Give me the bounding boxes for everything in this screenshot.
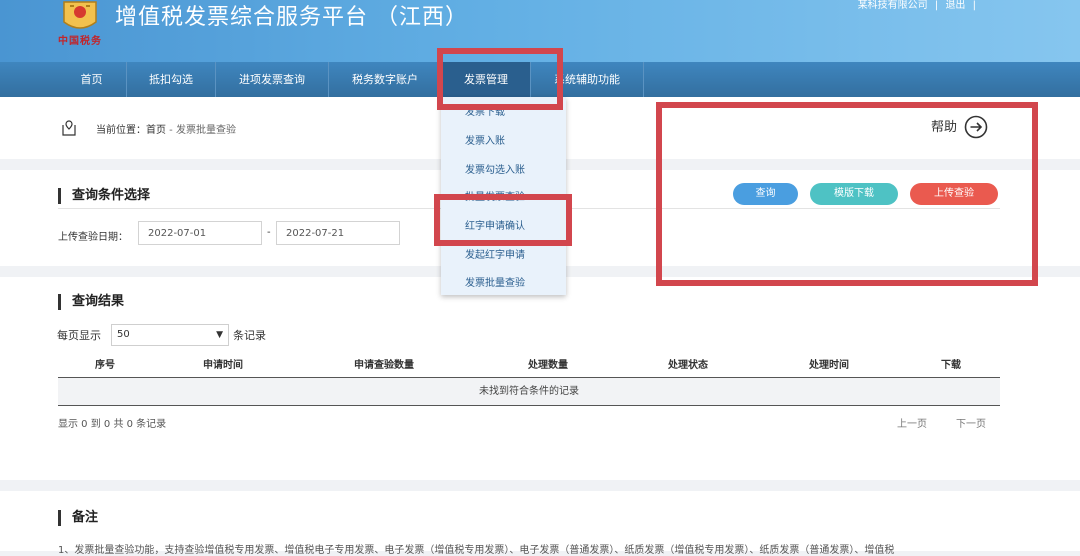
- menu-item-initiate-red-letter[interactable]: 发起红字申请: [465, 246, 525, 261]
- nav-deduction-select[interactable]: 抵扣勾选: [127, 62, 216, 97]
- column-header: 处理时间: [809, 360, 849, 371]
- logo-subtitle: 中国税务: [58, 36, 102, 47]
- upload-date-label: 上传查验日期：: [58, 232, 128, 243]
- date-to-input[interactable]: [276, 221, 400, 245]
- notes-text: 1、发票批量查验功能，支持查验增值税专用发票、增值税电子专用发票、电子发票（增值…: [58, 545, 895, 556]
- breadcrumb-prefix: 当前位置：: [96, 125, 146, 136]
- annotation-box: [656, 102, 1038, 286]
- column-header: 处理状态: [668, 360, 708, 371]
- chevron-down-icon: ▼: [216, 330, 223, 340]
- column-header: 处理数量: [528, 360, 568, 371]
- company-name: 某科技有限公司: [857, 0, 928, 11]
- column-header: 申请时间: [203, 360, 243, 371]
- results-section-title: 查询结果: [58, 294, 124, 310]
- nav-tax-digital-account[interactable]: 税务数字账户: [329, 62, 442, 97]
- menu-item-invoice-booking[interactable]: 发票入账: [465, 132, 505, 147]
- user-area: 某科技有限公司 | 退出 |: [858, 0, 980, 11]
- per-page-select[interactable]: 50 ▼: [111, 324, 229, 346]
- per-page-value: 50: [117, 329, 130, 340]
- nav-input-invoice-query[interactable]: 进项发票查询: [216, 62, 329, 97]
- menu-item-invoice-select-booking[interactable]: 发票勾选入账: [465, 161, 525, 176]
- pagination-summary: 显示 0 到 0 共 0 条记录: [58, 419, 167, 430]
- empty-table-row: 未找到符合条件的记录: [58, 377, 1000, 406]
- query-section-title: 查询条件选择: [58, 188, 150, 204]
- column-header: 申请查验数量: [354, 360, 414, 371]
- separator: |: [934, 0, 939, 11]
- date-range-separator: -: [267, 227, 271, 238]
- nav-home[interactable]: 首页: [57, 62, 127, 97]
- per-page-unit: 条记录: [233, 329, 266, 342]
- separator: |: [972, 0, 976, 11]
- column-header: 序号: [95, 360, 115, 371]
- breadcrumb: 当前位置：首页 - 发票批量查验: [96, 121, 236, 136]
- breadcrumb-home[interactable]: 首页: [146, 125, 166, 136]
- breadcrumb-current: 发票批量查验: [175, 125, 236, 136]
- prev-page-link[interactable]: 上一页: [897, 415, 927, 430]
- next-page-link[interactable]: 下一页: [956, 415, 986, 430]
- column-header: 下载: [941, 360, 961, 371]
- breadcrumb-separator: -: [166, 125, 176, 136]
- annotation-box: [437, 48, 563, 110]
- date-from-input[interactable]: [138, 221, 262, 245]
- location-pin-icon: [62, 120, 76, 136]
- menu-item-invoice-batch-verify[interactable]: 发票批量查验: [465, 274, 525, 289]
- logout-link[interactable]: 退出: [945, 0, 965, 11]
- notes-section-title: 备注: [58, 510, 98, 526]
- annotation-box: [434, 194, 572, 246]
- per-page-label: 每页显示: [57, 329, 101, 342]
- app-title: 增值税发票综合服务平台 （江西）: [115, 5, 468, 30]
